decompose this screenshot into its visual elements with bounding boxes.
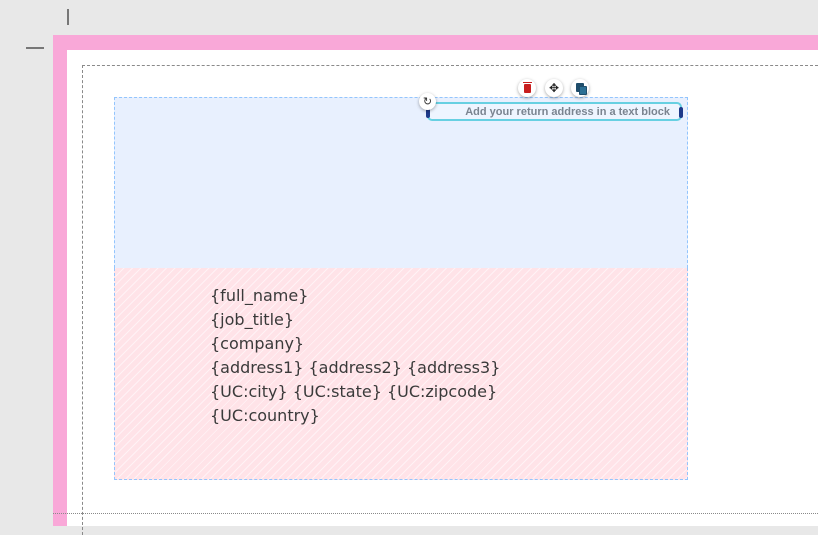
address-line-full-name: {full_name} [210, 286, 309, 305]
address-line-city-state-zip: {UC:city} {UC:state} {UC:zipcode} [210, 382, 498, 401]
address-line-country: {UC:country} [210, 406, 320, 425]
return-address-text-block[interactable]: Add your return address in a text block [426, 102, 683, 121]
address-line-job-title: {job_title} [210, 310, 295, 329]
return-address-zone[interactable] [114, 97, 688, 268]
address-merge-fields[interactable]: {full_name} {job_title} {company} {addre… [210, 284, 500, 428]
return-address-placeholder: Add your return address in a text block [465, 106, 670, 118]
move-icon: ✥ [548, 81, 560, 95]
resize-handle-right[interactable] [679, 107, 683, 118]
vertical-ruler-marker [67, 9, 69, 25]
delete-button[interactable] [518, 79, 536, 97]
mailing-address-zone[interactable]: {full_name} {job_title} {company} {addre… [114, 268, 688, 480]
bottom-guide-line [53, 513, 818, 514]
trash-icon [522, 81, 532, 93]
move-button[interactable]: ✥ [545, 79, 563, 97]
copy-icon [575, 83, 587, 95]
horizontal-ruler-marker [26, 47, 44, 49]
rotate-button[interactable]: ↻ [419, 93, 436, 110]
copy-button[interactable] [571, 79, 589, 97]
address-line-street: {address1} {address2} {address3} [210, 358, 501, 377]
rotate-icon: ↻ [422, 96, 433, 108]
address-line-company: {company} [210, 334, 305, 353]
